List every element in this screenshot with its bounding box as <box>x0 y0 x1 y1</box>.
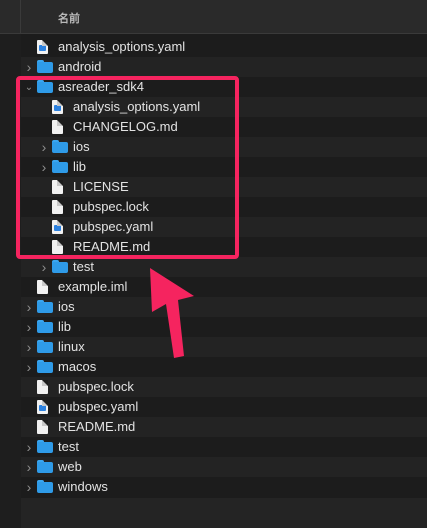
folder-icon <box>37 460 53 474</box>
yaml-file-icon <box>37 400 51 414</box>
document-icon <box>37 380 51 394</box>
chevron-right-icon[interactable]: › <box>24 317 34 337</box>
file-row[interactable]: › web <box>21 457 427 477</box>
file-name: analysis_options.yaml <box>58 39 186 54</box>
name-column-header[interactable]: 名前 <box>58 10 80 26</box>
file-row[interactable]: › linux <box>21 337 427 357</box>
file-name: example.iml <box>58 279 128 294</box>
folder-icon <box>37 300 53 314</box>
folder-icon <box>37 320 53 334</box>
file-name: macos <box>58 359 97 374</box>
folder-icon <box>37 60 53 74</box>
document-icon <box>37 280 51 294</box>
chevron-right-icon[interactable]: › <box>24 337 34 357</box>
folder-icon <box>37 360 53 374</box>
file-name: lib <box>58 319 72 334</box>
chevron-right-icon[interactable]: › <box>24 457 34 477</box>
file-row[interactable]: › lib <box>21 317 427 337</box>
chevron-right-icon[interactable]: › <box>24 357 34 377</box>
folder-icon <box>37 340 53 354</box>
file-name: test <box>58 439 79 454</box>
file-row[interactable]: README.md <box>21 417 427 437</box>
file-row[interactable]: › macos <box>21 357 427 377</box>
folder-icon <box>37 480 53 494</box>
annotation-arrow-icon <box>150 268 194 358</box>
file-name: linux <box>58 339 85 354</box>
list-footer <box>21 498 427 528</box>
file-name: pubspec.yaml <box>58 399 139 414</box>
file-row[interactable]: › test <box>21 257 427 277</box>
chevron-right-icon[interactable]: › <box>24 477 34 497</box>
file-name: ios <box>58 299 75 314</box>
file-row[interactable]: › android <box>21 57 427 77</box>
file-name: README.md <box>58 419 136 434</box>
file-name: web <box>58 459 82 474</box>
folder-icon <box>52 260 68 274</box>
file-row[interactable]: pubspec.yaml <box>21 397 427 417</box>
file-row[interactable]: pubspec.lock <box>21 377 427 397</box>
file-name: android <box>58 59 102 74</box>
file-row[interactable]: › windows <box>21 477 427 497</box>
chevron-right-icon[interactable]: › <box>24 297 34 317</box>
folder-icon <box>37 440 53 454</box>
chevron-right-icon[interactable]: › <box>24 437 34 457</box>
file-row[interactable]: › ios <box>21 297 427 317</box>
chevron-right-icon[interactable]: › <box>39 257 49 277</box>
document-icon <box>37 420 51 434</box>
file-name: test <box>73 259 94 274</box>
file-name: windows <box>58 479 108 494</box>
column-header: 名前 <box>0 0 427 34</box>
file-row[interactable]: example.iml <box>21 277 427 297</box>
column-divider <box>20 0 21 34</box>
file-row[interactable]: analysis_options.yaml <box>21 37 427 57</box>
chevron-right-icon[interactable]: › <box>24 57 34 77</box>
annotation-highlight-box <box>16 76 239 259</box>
file-name: pubspec.lock <box>58 379 134 394</box>
yaml-file-icon <box>37 40 51 54</box>
file-row[interactable]: › test <box>21 437 427 457</box>
